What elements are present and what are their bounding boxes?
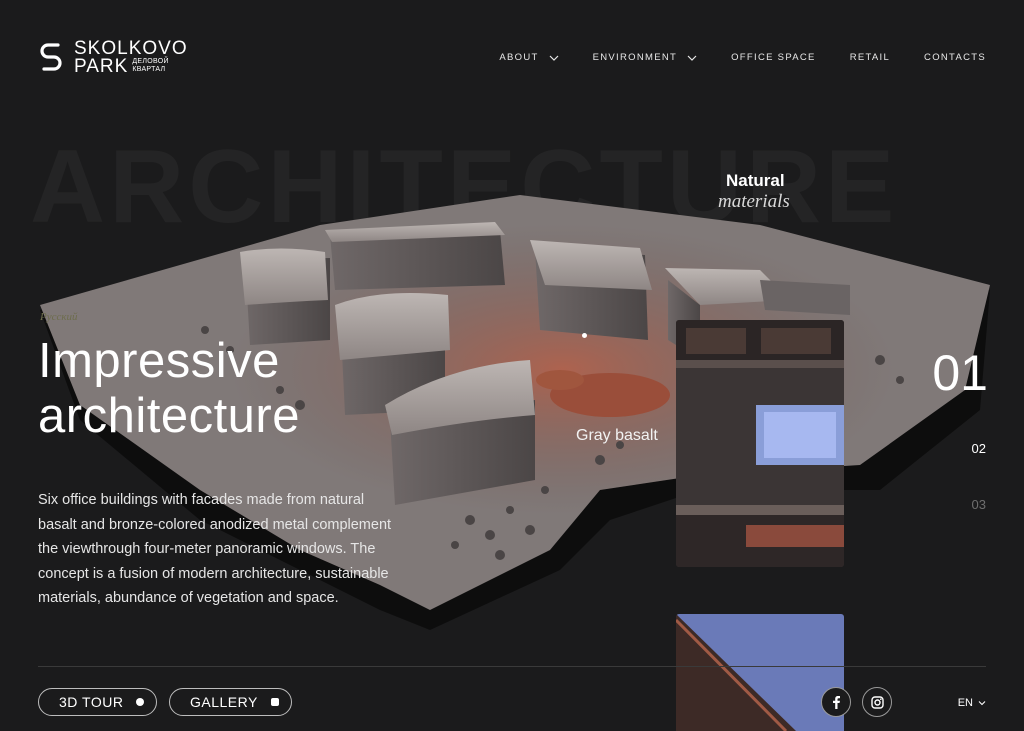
nav-contacts-label: CONTACTS — [924, 52, 986, 63]
nav-retail[interactable]: RETAIL — [850, 52, 890, 63]
nav-contacts[interactable]: CONTACTS — [924, 52, 986, 63]
basalt-swatch-image[interactable] — [676, 320, 844, 567]
chevron-down-icon — [687, 55, 697, 61]
logo-title-2: PARK — [74, 56, 129, 77]
title-line-1: Impressive — [38, 334, 280, 388]
logo[interactable]: SKOLKOVO PARK ДЕЛОВОЙ КВАРТАЛ — [38, 39, 188, 77]
facebook-button[interactable] — [821, 687, 851, 717]
language-selector[interactable]: EN — [958, 697, 986, 709]
instagram-button[interactable] — [862, 687, 892, 717]
slide-counter-last[interactable]: 03 — [972, 497, 986, 512]
logo-subtitle: ДЕЛОВОЙ КВАРТАЛ — [132, 58, 169, 73]
page-title: Impressive architecture — [38, 334, 300, 444]
slide-counter-next[interactable]: 02 — [972, 441, 986, 456]
description: Six office buildings with facades made f… — [38, 492, 392, 606]
gallery-button[interactable]: GALLERY — [169, 688, 292, 716]
metal-swatch-image[interactable] — [676, 614, 844, 731]
chevron-down-icon — [978, 701, 986, 706]
title-line-2: architecture — [38, 389, 301, 443]
facebook-icon — [833, 696, 840, 709]
gallery-label: GALLERY — [190, 694, 258, 710]
materials-label-line1: Natural — [726, 171, 785, 190]
square-icon — [271, 698, 279, 706]
instagram-icon — [870, 695, 884, 709]
3d-tour-label: 3D TOUR — [59, 694, 124, 710]
nav-environment[interactable]: ENVIRONMENT — [593, 52, 698, 63]
language-label: EN — [957, 697, 973, 709]
dot-icon — [136, 698, 144, 706]
3d-tour-button[interactable]: 3D TOUR — [38, 688, 157, 716]
nav-retail-label: RETAIL — [849, 52, 891, 63]
section-tag: Русский — [40, 311, 78, 323]
divider — [38, 666, 986, 667]
nav-environment-label: ENVIRONMENT — [592, 52, 678, 63]
materials-label: Natural materials — [718, 171, 790, 213]
swatch-label: Gray basalt — [576, 427, 658, 444]
slide-counter-current: 01 — [932, 345, 988, 401]
main-nav: ABOUT ENVIRONMENT OFFICE SPACE RETAIL CO… — [499, 52, 986, 63]
nav-about[interactable]: ABOUT — [499, 52, 559, 63]
nav-office-space-label: OFFICE SPACE — [731, 52, 816, 63]
hotspot-dot[interactable] — [582, 333, 587, 338]
nav-office-space[interactable]: OFFICE SPACE — [731, 52, 816, 63]
materials-label-line2: materials — [718, 191, 790, 212]
chevron-down-icon — [549, 55, 559, 61]
nav-about-label: ABOUT — [499, 52, 539, 63]
logo-mark-icon — [40, 43, 62, 71]
